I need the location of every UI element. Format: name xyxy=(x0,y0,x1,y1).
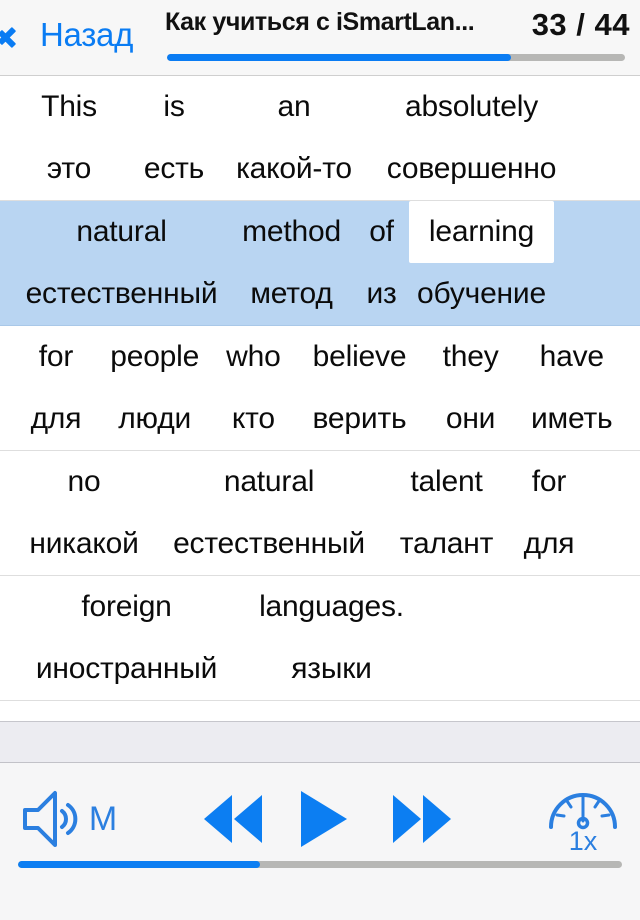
source-word[interactable]: of xyxy=(354,215,409,249)
source-word[interactable]: for xyxy=(14,340,98,374)
translation-word[interactable]: люди xyxy=(98,402,212,436)
speaker-wave-icon xyxy=(22,791,78,847)
source-word[interactable]: absolutely xyxy=(364,90,579,124)
playback-toolbar: M 1x xyxy=(0,763,640,920)
sentence-row[interactable]: for people who believe they have для люди кто вер… xyxy=(0,326,640,451)
translation-word[interactable]: из xyxy=(354,277,409,311)
playback-speed-label: 1x xyxy=(568,826,598,856)
source-word[interactable]: method xyxy=(229,215,354,249)
rewind-icon xyxy=(204,795,262,843)
source-word[interactable]: This xyxy=(14,90,124,124)
translation-line: иностранный языки xyxy=(0,638,640,700)
speedometer-icon xyxy=(549,793,617,830)
chevron-left-icon xyxy=(10,18,32,52)
translation-word[interactable]: совершенно xyxy=(364,152,579,186)
source-line: This is an absolutely xyxy=(0,76,640,138)
lesson-progress-bar[interactable] xyxy=(167,54,625,61)
translation-word[interactable]: талант xyxy=(384,527,509,561)
source-word[interactable]: believe xyxy=(295,340,423,374)
audio-progress-bar[interactable] xyxy=(18,861,622,868)
sentence-row[interactable]: no natural talent for никакой естественный тал… xyxy=(0,451,640,576)
play-icon xyxy=(301,791,347,847)
translation-word[interactable]: это xyxy=(14,152,124,186)
translation-word[interactable]: для xyxy=(509,527,589,561)
page-counter: 33 / 44 xyxy=(531,7,630,42)
translation-word[interactable]: обучение xyxy=(409,277,554,311)
translation-line: для люди кто верить они иметь xyxy=(0,388,640,450)
source-word[interactable]: natural xyxy=(154,465,384,499)
playback-speed-button[interactable]: 1x xyxy=(540,779,626,859)
fast-forward-button[interactable] xyxy=(385,791,459,847)
source-line: natural method of learning xyxy=(0,201,640,263)
playback-controls-row: M 1x xyxy=(0,763,640,873)
audio-progress-fill xyxy=(18,861,260,868)
source-word[interactable]: who xyxy=(211,340,295,374)
source-line: foreign languages. xyxy=(0,576,640,638)
play-button[interactable] xyxy=(297,791,351,847)
translation-word[interactable]: никакой xyxy=(14,527,154,561)
translation-word[interactable]: кто xyxy=(211,402,295,436)
translation-word[interactable]: для xyxy=(14,402,98,436)
sentence-row[interactable]: foreign languages. иностранный языки xyxy=(0,576,640,701)
translation-word[interactable]: какой-то xyxy=(224,152,364,186)
translation-word[interactable]: языки xyxy=(239,652,424,686)
speaker-mode-label: M xyxy=(88,800,118,838)
source-word[interactable]: learning xyxy=(409,201,554,263)
source-line: no natural talent for xyxy=(0,451,640,513)
page-title: Как учиться с iSmartLan... xyxy=(165,8,475,36)
navigation-bar: Назад Как учиться с iSmartLan... 33 / 44 xyxy=(0,0,640,76)
source-word[interactable]: talent xyxy=(384,465,509,499)
translation-word[interactable]: верить xyxy=(295,402,423,436)
source-word[interactable]: no xyxy=(14,465,154,499)
translation-word[interactable]: иностранный xyxy=(14,652,239,686)
source-word[interactable]: an xyxy=(224,90,364,124)
source-word[interactable]: foreign xyxy=(14,590,239,624)
source-word[interactable]: they xyxy=(424,340,518,374)
translation-line: никакой естественный талант для xyxy=(0,513,640,575)
fast-forward-icon xyxy=(393,795,451,843)
translation-word[interactable]: метод xyxy=(229,277,354,311)
speaker-mode-button[interactable]: M xyxy=(14,785,124,853)
sentence-row[interactable]: This is an absolutely это есть какой-то соверше… xyxy=(0,76,640,201)
sentence-list[interactable]: This is an absolutely это есть какой-то соверше… xyxy=(0,76,640,721)
source-word[interactable]: natural xyxy=(14,215,229,249)
translation-line: это есть какой-то совершенно xyxy=(0,138,640,200)
lesson-progress-fill xyxy=(167,54,511,61)
sentence-row[interactable]: natural method of learning естественный метод… xyxy=(0,201,640,326)
toolbar-spacer-band xyxy=(0,721,640,763)
source-word[interactable]: have xyxy=(517,340,626,374)
translation-word[interactable]: естественный xyxy=(154,527,384,561)
source-word[interactable]: for xyxy=(509,465,589,499)
source-line: for people who believe they have xyxy=(0,326,640,388)
source-word[interactable]: is xyxy=(124,90,224,124)
translation-word[interactable]: иметь xyxy=(517,402,626,436)
back-button-label: Назад xyxy=(40,16,134,53)
translation-word[interactable]: естественный xyxy=(14,277,229,311)
rewind-button[interactable] xyxy=(196,791,270,847)
source-word[interactable]: people xyxy=(98,340,212,374)
translation-word[interactable]: есть xyxy=(124,152,224,186)
audio-reader-screen: Назад Как учиться с iSmartLan... 33 / 44… xyxy=(0,0,640,920)
translation-line: естественный метод из обучение xyxy=(0,263,640,325)
translation-word[interactable]: они xyxy=(424,402,518,436)
source-word[interactable]: languages. xyxy=(239,590,424,624)
back-button[interactable]: Назад xyxy=(10,12,133,58)
